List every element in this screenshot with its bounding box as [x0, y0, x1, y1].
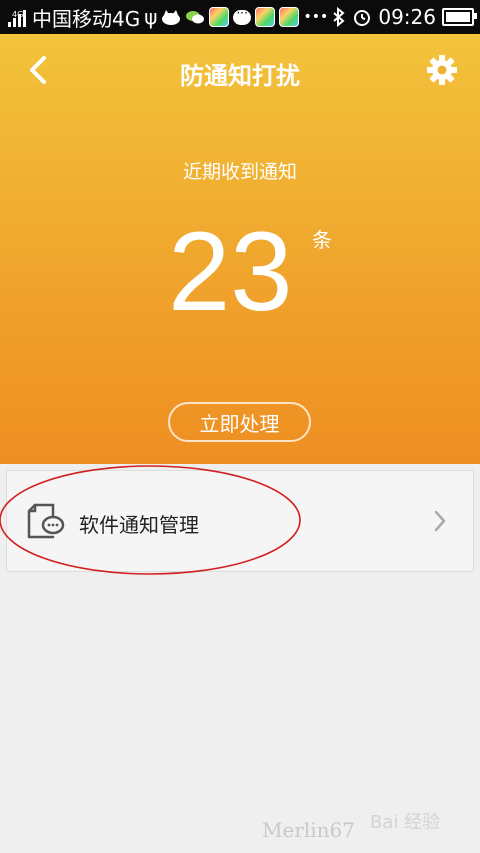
recent-notifications-label: 近期收到通知: [182, 161, 297, 183]
gear-icon: [427, 55, 457, 85]
signal-icon: 4G: [6, 6, 28, 28]
notification-summary-panel: 防通知打扰 近期收到通知 23 条 立即处理: [0, 34, 480, 464]
list-item[interactable]: 软件通知管理: [6, 470, 474, 572]
cat-icon: [162, 10, 181, 25]
notification-count: 23: [168, 209, 293, 334]
carrier-label: 中国移动4G: [32, 6, 141, 31]
app-notification-icon: [209, 7, 230, 27]
alarm-icon: [354, 10, 371, 26]
count-unit: 条: [312, 228, 332, 252]
usb-icon: ψ: [144, 5, 158, 29]
more-icon: •••: [303, 9, 329, 25]
battery-icon: [442, 8, 477, 26]
wechat-icon: [186, 11, 205, 24]
app-notification-icon: [255, 7, 276, 27]
app-notification-icon: [279, 7, 300, 27]
clock-time: 09:26: [378, 5, 436, 29]
author-watermark: Merlin67: [262, 818, 355, 842]
brand-watermark: Bai 经验: [370, 812, 441, 833]
bluetooth-icon: [333, 7, 345, 27]
message-icon: [233, 6, 252, 25]
process-now-button[interactable]: 立即处理: [168, 402, 311, 442]
page-title: 防通知打扰: [180, 62, 300, 90]
notification-doc-icon: [27, 503, 65, 539]
chevron-right-icon: [434, 510, 446, 532]
app-notification-management-label: 软件通知管理: [79, 513, 199, 537]
settings-button[interactable]: [424, 52, 460, 88]
status-bar: 4G 中国移动4G ψ ••• 09:26: [0, 0, 480, 34]
